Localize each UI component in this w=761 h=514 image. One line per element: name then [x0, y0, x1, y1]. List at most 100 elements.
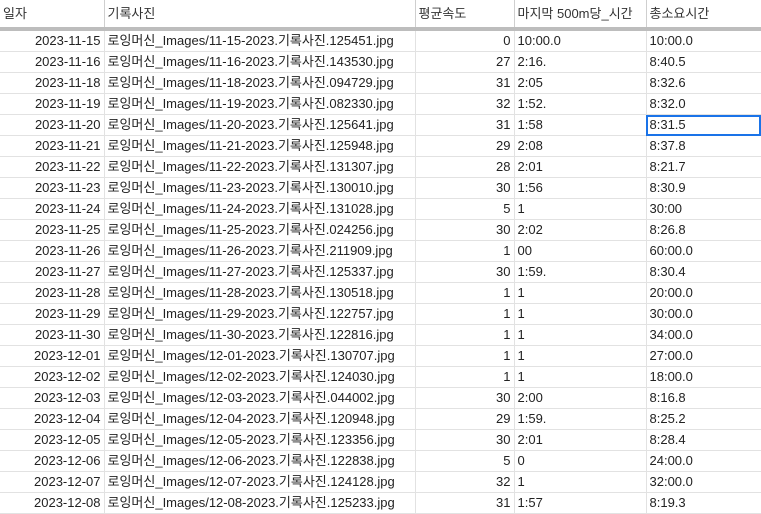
photo-cell[interactable]: 로잉머신_Images/11-23-2023.기록사진.130010.jpg	[104, 177, 416, 199]
total-time-cell[interactable]: 27:00.0	[646, 345, 761, 367]
date-cell[interactable]: 2023-12-05	[0, 429, 105, 451]
header-cell-last-500m[interactable]: 마지막 500m당_시간	[514, 0, 647, 31]
photo-cell[interactable]: 로잉머신_Images/11-21-2023.기록사진.125948.jpg	[104, 135, 416, 157]
photo-cell[interactable]: 로잉머신_Images/11-19-2023.기록사진.082330.jpg	[104, 93, 416, 115]
date-cell[interactable]: 2023-12-01	[0, 345, 105, 367]
date-cell[interactable]: 2023-12-03	[0, 387, 105, 409]
date-cell[interactable]: 2023-11-20	[0, 114, 105, 136]
total-time-cell[interactable]: 18:00.0	[646, 366, 761, 388]
avg-speed-cell[interactable]: 29	[415, 135, 515, 157]
avg-speed-cell[interactable]: 5	[415, 198, 515, 220]
last-500m-cell[interactable]: 10:00.0	[514, 29, 647, 52]
total-time-cell[interactable]: 30:00.0	[646, 303, 761, 325]
avg-speed-cell[interactable]: 32	[415, 471, 515, 493]
photo-cell[interactable]: 로잉머신_Images/12-06-2023.기록사진.122838.jpg	[104, 450, 416, 472]
total-time-cell[interactable]: 8:30.4	[646, 261, 761, 283]
total-time-cell[interactable]: 24:00.0	[646, 450, 761, 472]
header-cell-date[interactable]: 일자	[0, 0, 105, 31]
last-500m-cell[interactable]: 1:56	[514, 177, 647, 199]
avg-speed-cell[interactable]: 30	[415, 429, 515, 451]
avg-speed-cell[interactable]: 1	[415, 240, 515, 262]
date-cell[interactable]: 2023-11-19	[0, 93, 105, 115]
date-cell[interactable]: 2023-12-08	[0, 492, 105, 514]
photo-cell[interactable]: 로잉머신_Images/11-30-2023.기록사진.122816.jpg	[104, 324, 416, 346]
date-cell[interactable]: 2023-11-23	[0, 177, 105, 199]
photo-cell[interactable]: 로잉머신_Images/12-07-2023.기록사진.124128.jpg	[104, 471, 416, 493]
last-500m-cell[interactable]: 2:02	[514, 219, 647, 241]
photo-cell[interactable]: 로잉머신_Images/12-01-2023.기록사진.130707.jpg	[104, 345, 416, 367]
total-time-cell[interactable]: 10:00.0	[646, 29, 761, 52]
last-500m-cell[interactable]: 2:16.	[514, 51, 647, 73]
avg-speed-cell[interactable]: 1	[415, 282, 515, 304]
photo-cell[interactable]: 로잉머신_Images/12-05-2023.기록사진.123356.jpg	[104, 429, 416, 451]
photo-cell[interactable]: 로잉머신_Images/12-08-2023.기록사진.125233.jpg	[104, 492, 416, 514]
total-time-cell[interactable]: 30:00	[646, 198, 761, 220]
avg-speed-cell[interactable]: 30	[415, 177, 515, 199]
avg-speed-cell[interactable]: 29	[415, 408, 515, 430]
date-cell[interactable]: 2023-11-28	[0, 282, 105, 304]
photo-cell[interactable]: 로잉머신_Images/12-03-2023.기록사진.044002.jpg	[104, 387, 416, 409]
last-500m-cell[interactable]: 1	[514, 471, 647, 493]
photo-cell[interactable]: 로잉머신_Images/11-29-2023.기록사진.122757.jpg	[104, 303, 416, 325]
date-cell[interactable]: 2023-11-29	[0, 303, 105, 325]
total-time-cell[interactable]: 8:31.5	[646, 114, 761, 136]
total-time-cell[interactable]: 8:26.8	[646, 219, 761, 241]
photo-cell[interactable]: 로잉머신_Images/11-28-2023.기록사진.130518.jpg	[104, 282, 416, 304]
last-500m-cell[interactable]: 1:59.	[514, 261, 647, 283]
date-cell[interactable]: 2023-12-04	[0, 408, 105, 430]
photo-cell[interactable]: 로잉머신_Images/11-22-2023.기록사진.131307.jpg	[104, 156, 416, 178]
avg-speed-cell[interactable]: 27	[415, 51, 515, 73]
date-cell[interactable]: 2023-11-16	[0, 51, 105, 73]
total-time-cell[interactable]: 34:00.0	[646, 324, 761, 346]
avg-speed-cell[interactable]: 1	[415, 324, 515, 346]
date-cell[interactable]: 2023-11-25	[0, 219, 105, 241]
avg-speed-cell[interactable]: 28	[415, 156, 515, 178]
photo-cell[interactable]: 로잉머신_Images/11-27-2023.기록사진.125337.jpg	[104, 261, 416, 283]
avg-speed-cell[interactable]: 1	[415, 366, 515, 388]
total-time-cell[interactable]: 20:00.0	[646, 282, 761, 304]
total-time-cell[interactable]: 60:00.0	[646, 240, 761, 262]
avg-speed-cell[interactable]: 1	[415, 303, 515, 325]
last-500m-cell[interactable]: 1:52.	[514, 93, 647, 115]
date-cell[interactable]: 2023-11-30	[0, 324, 105, 346]
total-time-cell[interactable]: 8:32.6	[646, 72, 761, 94]
last-500m-cell[interactable]: 1	[514, 303, 647, 325]
last-500m-cell[interactable]: 1	[514, 345, 647, 367]
total-time-cell[interactable]: 8:37.8	[646, 135, 761, 157]
last-500m-cell[interactable]: 2:00	[514, 387, 647, 409]
photo-cell[interactable]: 로잉머신_Images/11-16-2023.기록사진.143530.jpg	[104, 51, 416, 73]
header-cell-photo[interactable]: 기록사진	[104, 0, 416, 31]
total-time-cell[interactable]: 8:25.2	[646, 408, 761, 430]
total-time-cell[interactable]: 8:32.0	[646, 93, 761, 115]
last-500m-cell[interactable]: 2:08	[514, 135, 647, 157]
last-500m-cell[interactable]: 0	[514, 450, 647, 472]
photo-cell[interactable]: 로잉머신_Images/11-18-2023.기록사진.094729.jpg	[104, 72, 416, 94]
last-500m-cell[interactable]: 1	[514, 366, 647, 388]
photo-cell[interactable]: 로잉머신_Images/11-24-2023.기록사진.131028.jpg	[104, 198, 416, 220]
avg-speed-cell[interactable]: 31	[415, 114, 515, 136]
avg-speed-cell[interactable]: 5	[415, 450, 515, 472]
total-time-cell[interactable]: 8:21.7	[646, 156, 761, 178]
last-500m-cell[interactable]: 1:59.	[514, 408, 647, 430]
total-time-cell[interactable]: 8:28.4	[646, 429, 761, 451]
date-cell[interactable]: 2023-12-07	[0, 471, 105, 493]
last-500m-cell[interactable]: 1	[514, 324, 647, 346]
last-500m-cell[interactable]: 1:58	[514, 114, 647, 136]
photo-cell[interactable]: 로잉머신_Images/11-25-2023.기록사진.024256.jpg	[104, 219, 416, 241]
last-500m-cell[interactable]: 2:05	[514, 72, 647, 94]
total-time-cell[interactable]: 8:30.9	[646, 177, 761, 199]
header-cell-total-time[interactable]: 총소요시간	[646, 0, 761, 31]
total-time-cell[interactable]: 8:16.8	[646, 387, 761, 409]
avg-speed-cell[interactable]: 31	[415, 72, 515, 94]
date-cell[interactable]: 2023-11-15	[0, 29, 105, 52]
last-500m-cell[interactable]: 1:57	[514, 492, 647, 514]
avg-speed-cell[interactable]: 30	[415, 261, 515, 283]
photo-cell[interactable]: 로잉머신_Images/11-20-2023.기록사진.125641.jpg	[104, 114, 416, 136]
last-500m-cell[interactable]: 2:01	[514, 429, 647, 451]
photo-cell[interactable]: 로잉머신_Images/11-15-2023.기록사진.125451.jpg	[104, 29, 416, 52]
total-time-cell[interactable]: 32:00.0	[646, 471, 761, 493]
avg-speed-cell[interactable]: 32	[415, 93, 515, 115]
avg-speed-cell[interactable]: 31	[415, 492, 515, 514]
avg-speed-cell[interactable]: 30	[415, 219, 515, 241]
avg-speed-cell[interactable]: 1	[415, 345, 515, 367]
